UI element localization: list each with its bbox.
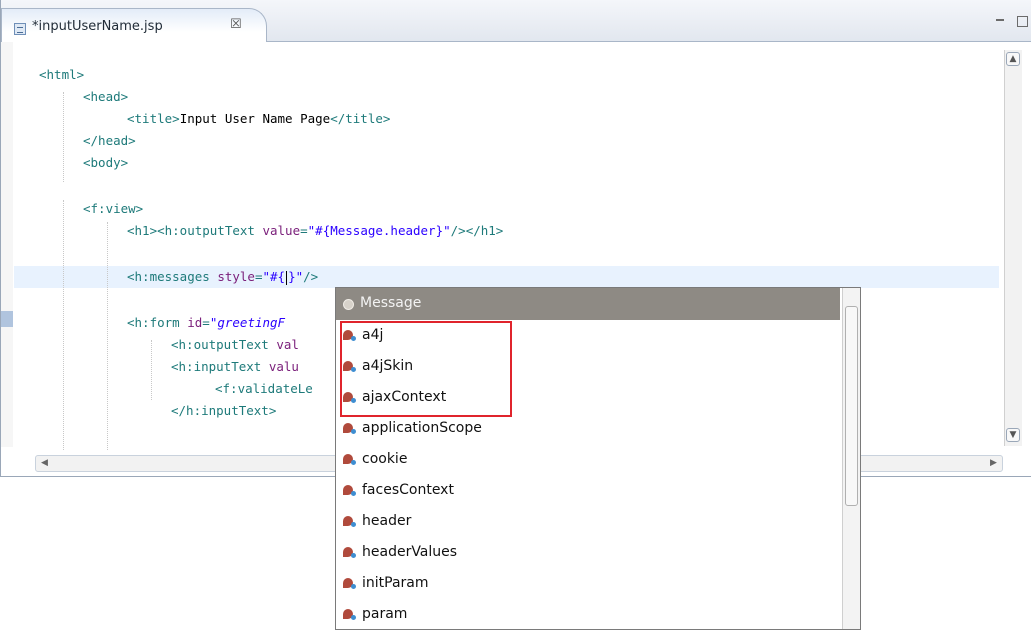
text-cursor bbox=[286, 270, 288, 285]
implicit-object-icon bbox=[343, 547, 356, 558]
code-token: <head> bbox=[83, 89, 129, 104]
code-token: <title> bbox=[127, 111, 180, 126]
code-line: <html> bbox=[39, 66, 84, 84]
content-assist-item-label: ajaxContext bbox=[362, 389, 447, 405]
tab-input-user-name-jsp[interactable]: *inputUserName.jsp ☒ bbox=[1, 8, 267, 42]
content-assist-item[interactable]: facesContext bbox=[336, 475, 840, 506]
scroll-thumb[interactable] bbox=[845, 306, 858, 506]
code-token: }" bbox=[288, 269, 304, 284]
code-line: <f:validateLe bbox=[215, 380, 313, 398]
code-line: <h:inputText valu bbox=[171, 358, 299, 376]
code-token: <html> bbox=[39, 67, 85, 82]
code-token: <h:outputText bbox=[171, 337, 277, 352]
code-token: /> bbox=[303, 269, 319, 284]
implicit-object-icon bbox=[343, 361, 356, 372]
implicit-object-icon bbox=[343, 423, 356, 434]
code-line: <title>Input User Name Page</title> bbox=[127, 110, 390, 128]
implicit-object-icon bbox=[343, 454, 356, 465]
code-token: <f:view> bbox=[83, 201, 144, 216]
content-assist-item-label: param bbox=[362, 606, 408, 622]
implicit-object-icon bbox=[343, 330, 356, 341]
code-token: value bbox=[262, 223, 301, 238]
code-line: <h:form id="greetingF bbox=[127, 314, 285, 332]
minimize-icon[interactable] bbox=[996, 19, 1005, 24]
message-bundle-icon bbox=[343, 299, 354, 310]
content-assist-item-label: initParam bbox=[362, 575, 429, 591]
code-token: id bbox=[187, 315, 203, 330]
implicit-object-icon bbox=[343, 609, 356, 620]
code-token: </title> bbox=[330, 111, 391, 126]
code-token: </h:inputText> bbox=[171, 403, 277, 418]
editor-tab-strip: *inputUserName.jsp ☒ bbox=[1, 0, 1031, 42]
code-line: </head> bbox=[83, 132, 136, 150]
window-controls bbox=[996, 14, 1028, 28]
code-token: "greetingF bbox=[209, 315, 286, 330]
code-line: <h:messages style="#{}"/> bbox=[127, 268, 318, 286]
code-token: "#{Message.header}" bbox=[307, 223, 451, 238]
content-assist-item[interactable]: param bbox=[336, 599, 840, 629]
content-assist-list: a4j a4jSkin ajaxContext applicationScope coo… bbox=[336, 320, 840, 629]
content-assist-scrollbar[interactable] bbox=[842, 288, 860, 629]
code-token: style bbox=[217, 269, 255, 284]
content-assist-item[interactable]: a4jSkin bbox=[336, 351, 840, 382]
close-icon[interactable]: ☒ bbox=[230, 17, 242, 32]
content-assist-header[interactable]: Message bbox=[336, 288, 840, 320]
code-token: = bbox=[300, 223, 308, 238]
code-token: <f:validateLe bbox=[215, 381, 313, 396]
implicit-object-icon bbox=[343, 392, 356, 403]
content-assist-item-label: headerValues bbox=[362, 544, 458, 560]
content-assist-item-label: a4j bbox=[362, 327, 384, 343]
content-assist-item-label: cookie bbox=[362, 451, 408, 467]
code-token: Input User Name Page bbox=[179, 111, 331, 126]
implicit-object-icon bbox=[343, 485, 356, 496]
maximize-icon[interactable] bbox=[1017, 16, 1028, 27]
content-assist-item[interactable]: a4j bbox=[336, 320, 840, 351]
code-line: </h:inputText> bbox=[171, 402, 276, 420]
content-assist-item[interactable]: ajaxContext bbox=[336, 382, 840, 413]
code-token: /></h1> bbox=[450, 223, 504, 238]
scroll-up-icon[interactable]: ▲ bbox=[1006, 52, 1020, 66]
content-assist-item[interactable]: initParam bbox=[336, 568, 840, 599]
scroll-left-icon[interactable]: ◀ bbox=[38, 457, 51, 470]
code-token: <h:inputText bbox=[171, 359, 269, 374]
code-token: <h:form bbox=[127, 315, 188, 330]
content-assist-item-label: facesContext bbox=[362, 482, 454, 498]
code-token: <body> bbox=[83, 155, 129, 170]
scroll-right-icon[interactable]: ▶ bbox=[987, 457, 1000, 470]
content-assist-item-label: header bbox=[362, 513, 412, 529]
code-token: val bbox=[276, 337, 299, 352]
jsp-file-icon bbox=[14, 23, 26, 35]
implicit-object-icon bbox=[343, 578, 356, 589]
content-assist-item[interactable]: header bbox=[336, 506, 840, 537]
overview-ruler bbox=[1, 42, 13, 447]
code-token: = bbox=[202, 315, 210, 330]
content-assist-header-label: Message bbox=[360, 295, 422, 311]
code-line: <h:outputText val bbox=[171, 336, 299, 354]
code-line: <head> bbox=[83, 88, 128, 106]
content-assist-item-label: a4jSkin bbox=[362, 358, 414, 374]
code-token: valu bbox=[268, 359, 299, 374]
code-token: <h:messages bbox=[127, 269, 218, 284]
code-token: "#{ bbox=[262, 269, 286, 284]
code-line: <body> bbox=[83, 154, 128, 172]
content-assist-item[interactable]: applicationScope bbox=[336, 413, 840, 444]
vertical-scrollbar[interactable]: ▲ ▼ bbox=[1004, 50, 1022, 446]
scroll-down-icon[interactable]: ▼ bbox=[1006, 428, 1020, 442]
content-assist-item-label: applicationScope bbox=[362, 420, 482, 436]
code-token: </head> bbox=[83, 133, 136, 148]
code-line: <h1><h:outputText value="#{Message.heade… bbox=[127, 222, 503, 240]
tab-label: *inputUserName.jsp bbox=[32, 19, 163, 34]
content-assist-popup[interactable]: Message a4j a4jSkin ajaxContext application… bbox=[335, 287, 861, 630]
code-line: <f:view> bbox=[83, 200, 143, 218]
content-assist-item[interactable]: headerValues bbox=[336, 537, 840, 568]
implicit-object-icon bbox=[343, 516, 356, 527]
ruler-marker bbox=[1, 311, 13, 327]
code-token: <h1><h:outputText bbox=[127, 223, 263, 238]
content-assist-item[interactable]: cookie bbox=[336, 444, 840, 475]
